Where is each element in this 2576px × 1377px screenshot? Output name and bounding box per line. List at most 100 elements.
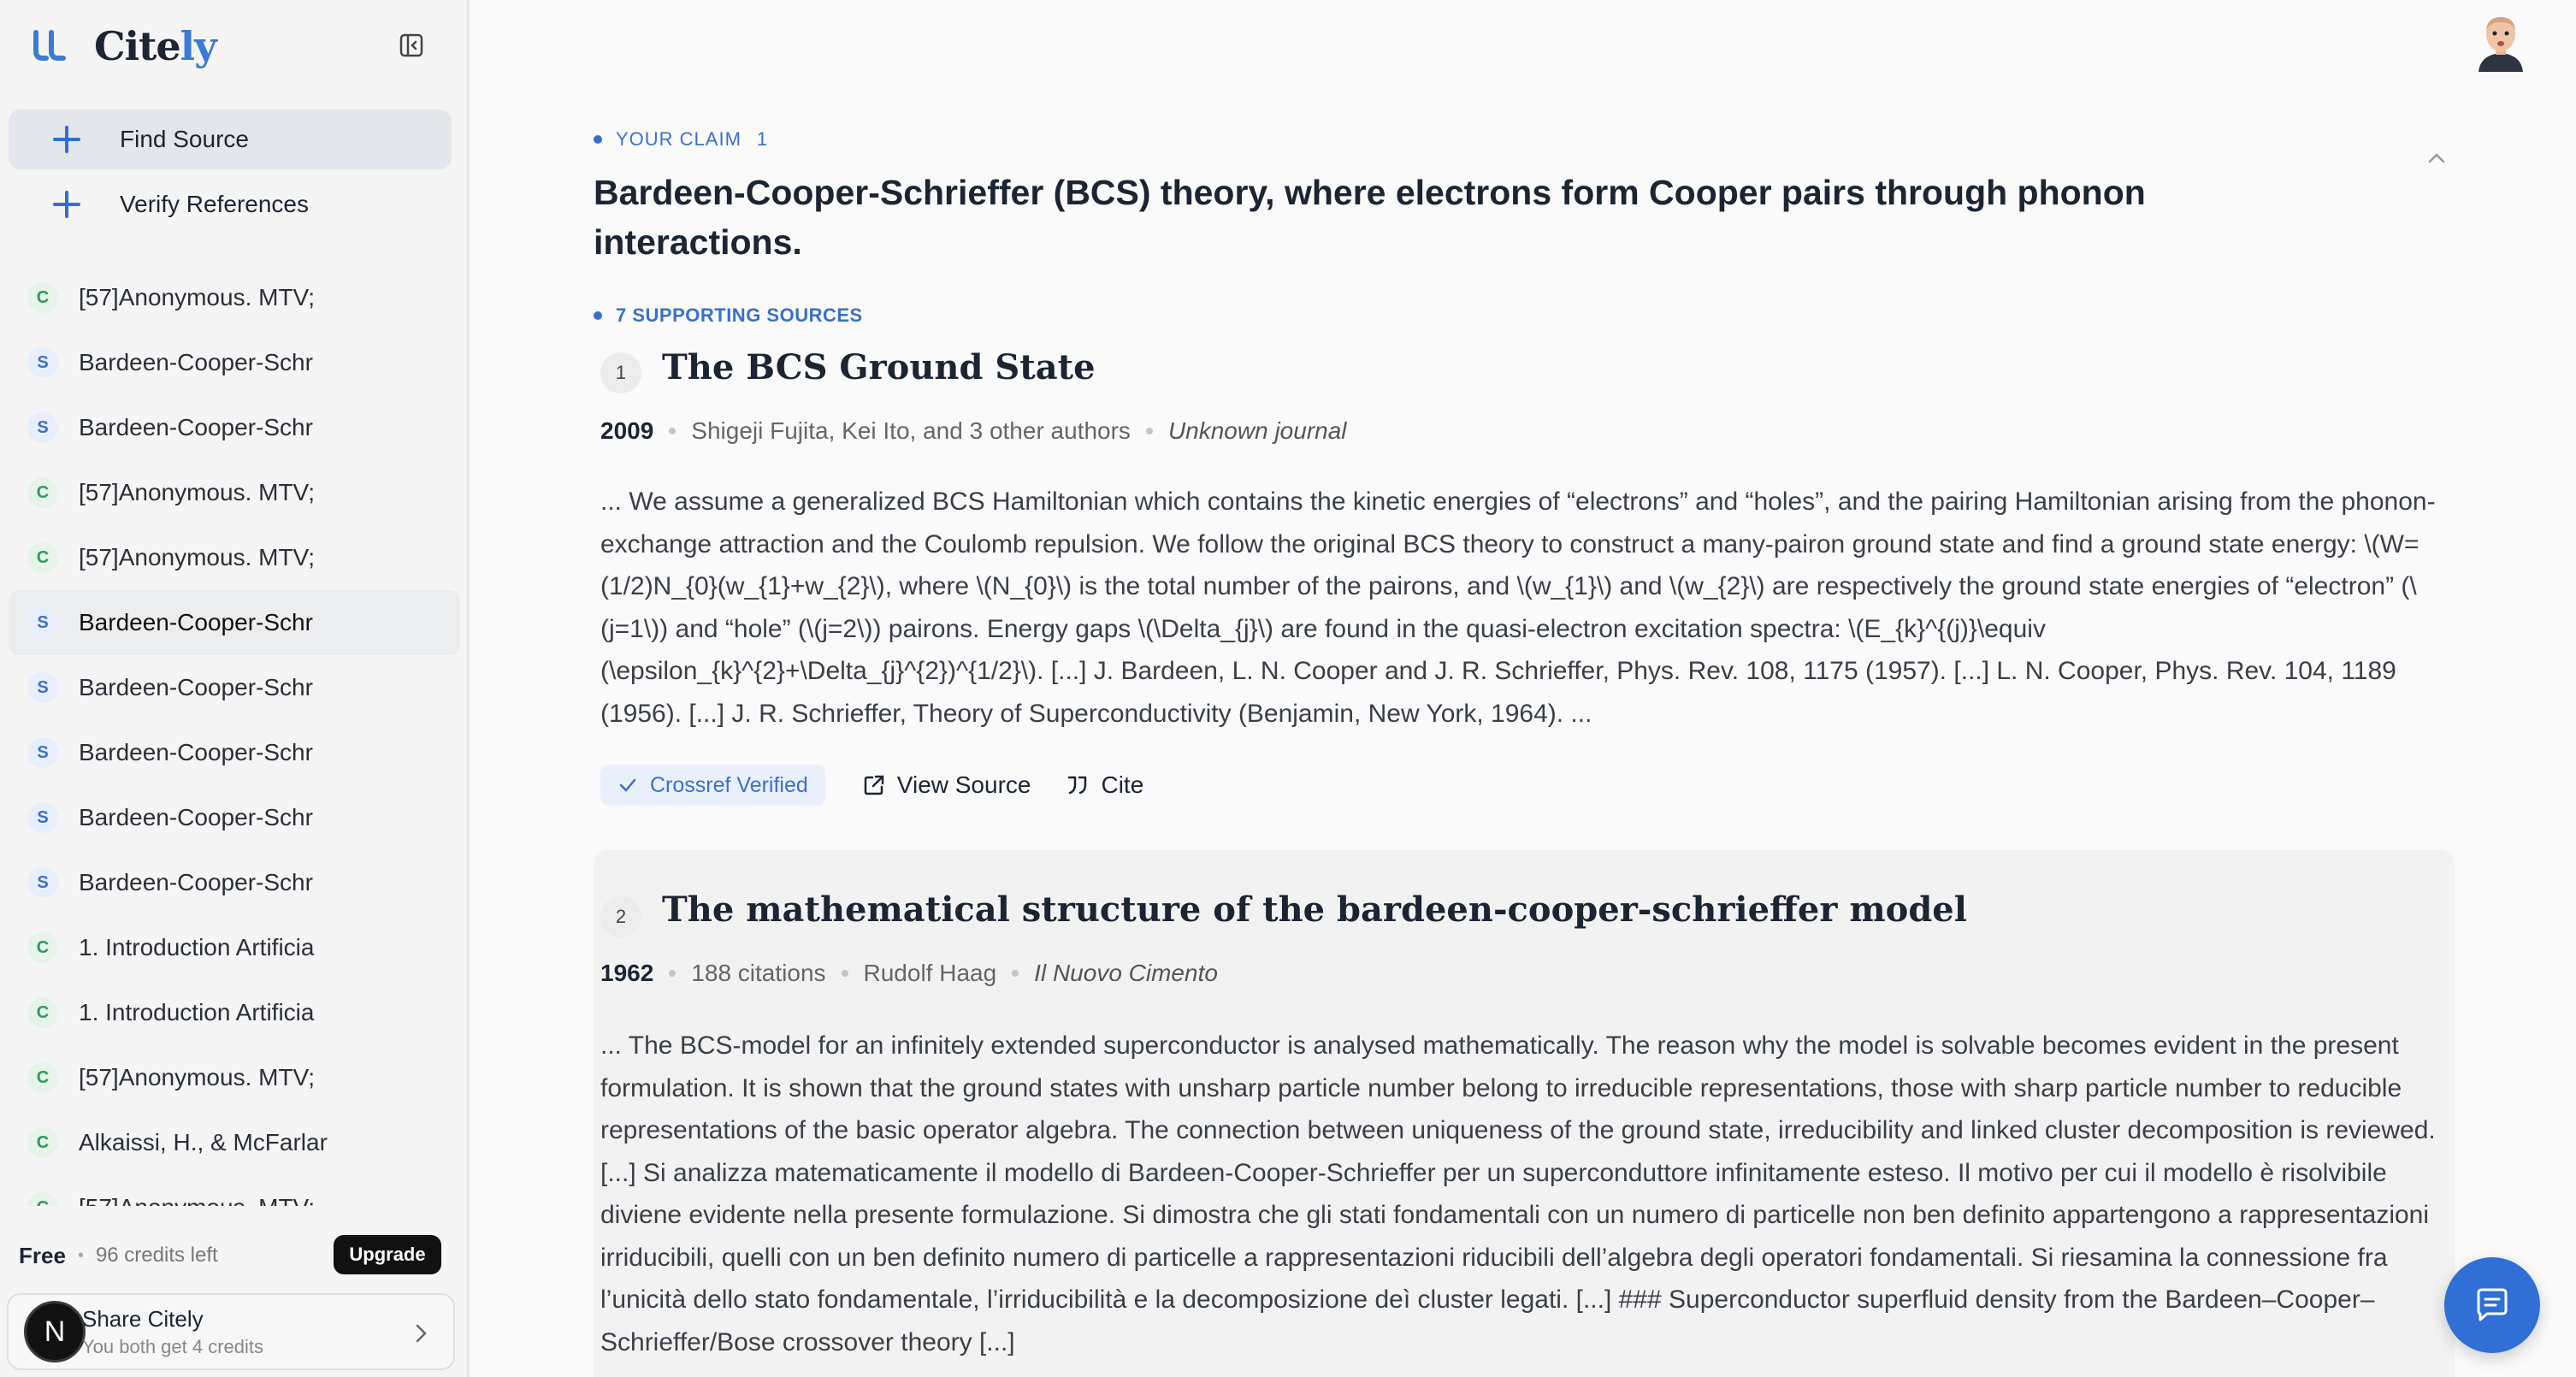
meta-separator [669, 428, 676, 434]
source-meta: 2009 Shigeji Fujita, Kei Ito, and 3 othe… [600, 417, 1347, 445]
history-type-badge: S [27, 737, 58, 768]
external-link-icon [864, 775, 884, 795]
source-journal: Il Nuovo Cimento [1034, 960, 1218, 986]
app-root: Citely Find Source Verify References C [5… [0, 0, 2576, 1377]
history-item[interactable]: C [57]Anonymous. MTV; [9, 265, 460, 330]
plan-row: Free • 96 credits left Upgrade [19, 1235, 441, 1276]
sidebar-collapse-icon [399, 33, 423, 57]
history-list[interactable]: C [57]Anonymous. MTV; S Bardeen-Cooper-Sch… [0, 265, 469, 1206]
history-item[interactable]: S Bardeen-Cooper-Schr [9, 850, 460, 915]
meta-separator [1012, 970, 1019, 977]
history-item[interactable]: S Bardeen-Cooper-Schr [9, 395, 460, 460]
claim-text: Bardeen-Cooper-Schrieffer (BCS) theory, … [594, 173, 2146, 262]
history-item[interactable]: S Bardeen-Cooper-Schr [9, 785, 460, 850]
verified-label: Crossref Verified [650, 772, 808, 797]
share-citely-card[interactable]: N Share Citely You both get 4 credits [7, 1293, 455, 1370]
cite-label: Cite [1101, 771, 1144, 798]
history-item-label: 1. Introduction Artificia [79, 934, 315, 960]
source-number: 2 [600, 896, 641, 937]
user-avatar-icon[interactable] [2475, 10, 2526, 72]
history-type-badge: C [27, 477, 58, 508]
plan-separator: • [77, 1245, 84, 1265]
history-item[interactable]: C [57]Anonymous. MTV; [9, 525, 460, 590]
sources-count-label: 7 SUPPORTING SOURCES [594, 304, 863, 327]
logo[interactable]: Citely [31, 22, 217, 70]
avatar: N [24, 1301, 86, 1362]
history-item-label: [57]Anonymous. MTV; [79, 1194, 344, 1206]
history-type-badge: C [27, 1062, 58, 1093]
plus-icon [50, 187, 84, 222]
chevron-up-icon[interactable] [2424, 145, 2449, 171]
cite-button[interactable]: Cite [1065, 771, 1143, 799]
upgrade-button[interactable]: Upgrade [334, 1235, 441, 1274]
collapse-sidebar-button[interactable] [395, 29, 428, 62]
source-citations: 188 citations [691, 960, 826, 986]
history-item-label: [57]Anonymous. MTV; [79, 479, 315, 505]
history-item-label: Bardeen-Cooper-Schr [79, 414, 313, 440]
history-item-label: Bardeen-Cooper-Schr [79, 869, 313, 895]
history-item-label: Alkaissi, H., & McFarlar [79, 1129, 328, 1155]
source-card: 2 The mathematical structure of the bard… [594, 850, 2455, 1377]
history-type-badge: S [27, 867, 58, 898]
history-type-badge: C [27, 282, 58, 313]
history-type-badge: C [27, 997, 58, 1028]
history-item-label: Bardeen-Cooper-Schr [79, 349, 313, 375]
history-type-badge: C [27, 932, 58, 963]
view-source-button[interactable]: View Source [861, 771, 1031, 799]
history-item[interactable]: C 1. Introduction Artificia [9, 980, 460, 1045]
history-item[interactable]: C [57]Anonymous. MTV; [9, 460, 460, 525]
history-item[interactable]: S Bardeen-Cooper-Schr [9, 655, 460, 720]
share-title: Share Citely [82, 1305, 204, 1332]
find-source-label: Find Source [120, 126, 249, 152]
claim-label: YOUR CLAIM 1 [594, 128, 768, 151]
source-number: 1 [600, 352, 641, 393]
history-type-badge: C [27, 1192, 58, 1206]
history-item[interactable]: S Bardeen-Cooper-Schr [9, 330, 460, 395]
source-abstract: ... The BCS-model for an infinitely exte… [600, 1031, 2436, 1356]
history-item-label: Bardeen-Cooper-Schr [79, 804, 313, 830]
source-authors: Rudolf Haag [863, 960, 997, 986]
history-item-label: Bardeen-Cooper-Schr [79, 674, 313, 700]
meta-separator [669, 970, 676, 977]
plan-name: Free [19, 1242, 66, 1268]
history-item-label: 1. Introduction Artificia [79, 999, 315, 1025]
plus-icon [50, 122, 84, 157]
history-item[interactable]: C [57]Anonymous. MTV; [9, 1175, 460, 1206]
source-title[interactable]: The mathematical structure of the bardee… [662, 889, 1967, 930]
history-type-badge: S [27, 607, 58, 638]
check-icon [619, 778, 636, 792]
source-year: 1962 [600, 960, 654, 986]
sources-count-text: 7 SUPPORTING SOURCES [616, 304, 863, 326]
source-title[interactable]: The BCS Ground State [662, 347, 1096, 387]
history-item[interactable]: C Alkaissi, H., & McFarlar [9, 1110, 460, 1175]
credits-left: 96 credits left [95, 1244, 218, 1267]
source-card: 1 The BCS Ground State 2009 Shigeji Fuji… [594, 342, 2455, 850]
history-item-label: [57]Anonymous. MTV; [79, 1064, 315, 1090]
verify-references-button[interactable]: Verify References [9, 174, 452, 234]
source-abstract: ... We assume a generalized BCS Hamilton… [600, 488, 2436, 728]
source-journal: Unknown journal [1167, 417, 1347, 444]
share-subtitle: You both get 4 credits [82, 1335, 264, 1357]
history-item[interactable]: S Bardeen-Cooper-Schr [9, 720, 460, 785]
history-item-label: [57]Anonymous. MTV; [79, 544, 315, 570]
history-item[interactable]: C [57]Anonymous. MTV; [9, 1045, 460, 1110]
chat-button[interactable] [2444, 1257, 2540, 1353]
citely-logo-icon [33, 30, 66, 61]
source-authors: Shigeji Fujita, Kei Ito, and 3 other aut… [691, 417, 1131, 444]
history-item-label: Bardeen-Cooper-Schr [79, 739, 313, 765]
meta-separator [1145, 428, 1153, 434]
source-actions: Crossref Verified View Source Cite [600, 765, 1143, 806]
history-type-badge: S [27, 347, 58, 378]
claim-number: 1 [756, 128, 769, 150]
source-meta: 1962 188 citations Rudolf Haag Il Nuovo … [600, 960, 1218, 987]
find-source-button[interactable]: Find Source [9, 109, 452, 169]
history-item-label: [57]Anonymous. MTV; [79, 284, 315, 310]
verify-references-label: Verify References [120, 191, 309, 217]
share-text: Share Citely You both get 4 credits [82, 1306, 263, 1358]
view-source-label: View Source [896, 771, 1031, 798]
app-name: Citely [94, 23, 217, 69]
main-content: YOUR CLAIM 1 Bardeen-Cooper-Schrieffer (… [470, 0, 2576, 1377]
history-item[interactable]: C 1. Introduction Artificia [9, 915, 460, 980]
history-item-selected[interactable]: S Bardeen-Cooper-Schr [9, 590, 460, 655]
crossref-verified-badge[interactable]: Crossref Verified [600, 765, 825, 806]
